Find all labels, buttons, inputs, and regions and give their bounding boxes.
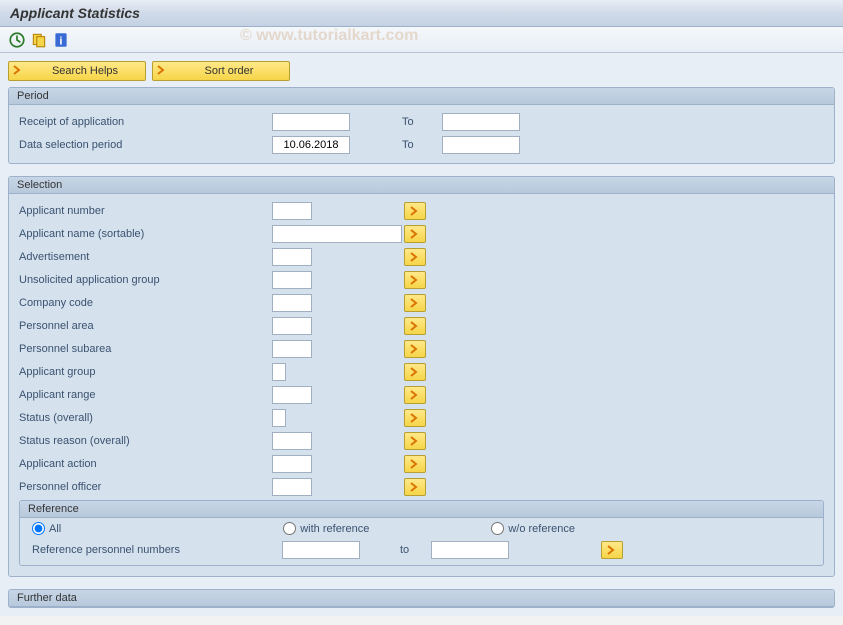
title-bar: Applicant Statistics: [0, 0, 843, 27]
multi-select-button[interactable]: [404, 202, 426, 220]
search-helps-button[interactable]: Search Helps: [8, 61, 146, 81]
selection-row: Personnel area: [17, 315, 826, 337]
selection-group: Selection Applicant number Applicant name…: [8, 176, 835, 577]
selection-row: Personnel officer: [17, 476, 826, 498]
ref-from-input[interactable]: [282, 541, 360, 559]
receipt-label: Receipt of application: [17, 116, 272, 128]
multi-select-button[interactable]: [404, 363, 426, 381]
selection-row: Unsolicited application group: [17, 269, 826, 291]
multi-select-button[interactable]: [404, 455, 426, 473]
selection-label: Personnel area: [17, 320, 272, 332]
ref-opt-with[interactable]: with reference: [283, 522, 369, 535]
ref-opt-all[interactable]: All: [32, 522, 61, 535]
multi-select-button[interactable]: [404, 248, 426, 266]
period-group: Period Receipt of application To Data se…: [8, 87, 835, 164]
selection-row: Personnel subarea: [17, 338, 826, 360]
selection-label: Applicant action: [17, 458, 272, 470]
selection-input[interactable]: [272, 432, 312, 450]
selection-input[interactable]: [272, 294, 312, 312]
receipt-row: Receipt of application To: [17, 111, 826, 133]
selection-row: Applicant name (sortable): [17, 223, 826, 245]
selection-input[interactable]: [272, 340, 312, 358]
selection-label: Advertisement: [17, 251, 272, 263]
selection-row: Status reason (overall): [17, 430, 826, 452]
selection-input[interactable]: [272, 363, 286, 381]
selection-row: Applicant number: [17, 200, 826, 222]
selection-row: Status (overall): [17, 407, 826, 429]
arrow-right-icon: [157, 65, 167, 78]
selection-label: Applicant name (sortable): [17, 228, 272, 240]
content-area: Search Helps Sort order Period Receipt o…: [0, 53, 843, 616]
selection-label: Status reason (overall): [17, 435, 272, 447]
app-toolbar: i © www.tutorialkart.com: [0, 27, 843, 53]
selection-title: Selection: [9, 177, 834, 194]
watermark: © www.tutorialkart.com: [240, 27, 418, 45]
selection-input[interactable]: [272, 409, 286, 427]
multi-select-button[interactable]: [404, 294, 426, 312]
data-sel-label: Data selection period: [17, 139, 272, 151]
receipt-from-input[interactable]: [272, 113, 350, 131]
selection-input[interactable]: [272, 248, 312, 266]
receipt-to-label: To: [402, 116, 442, 128]
selection-input[interactable]: [272, 386, 312, 404]
period-title: Period: [9, 88, 834, 105]
data-sel-from-input[interactable]: [272, 136, 350, 154]
multi-select-button[interactable]: [404, 317, 426, 335]
selection-input[interactable]: [272, 202, 312, 220]
data-sel-to-label: To: [402, 139, 442, 151]
reference-group: Reference All with reference w/o refere: [19, 500, 824, 566]
further-data-group: Further data: [8, 589, 835, 608]
ref-multi-button[interactable]: [601, 541, 623, 559]
reference-radio-row: All with reference w/o reference: [20, 518, 823, 537]
ref-pers-label: Reference personnel numbers: [32, 544, 282, 556]
ref-radio-with[interactable]: [283, 522, 296, 535]
selection-input[interactable]: [272, 225, 402, 243]
ref-personnel-row: Reference personnel numbers to: [20, 537, 823, 565]
selection-row: Advertisement: [17, 246, 826, 268]
selection-row: Applicant group: [17, 361, 826, 383]
ref-to-input[interactable]: [431, 541, 509, 559]
further-data-title: Further data: [9, 590, 834, 607]
selection-input[interactable]: [272, 271, 312, 289]
selection-row: Company code: [17, 292, 826, 314]
multi-select-button[interactable]: [404, 386, 426, 404]
ref-to-label: to: [400, 544, 409, 556]
sort-order-label: Sort order: [173, 65, 285, 77]
selection-label: Status (overall): [17, 412, 272, 424]
sort-order-button[interactable]: Sort order: [152, 61, 290, 81]
multi-select-button[interactable]: [404, 271, 426, 289]
selection-label: Unsolicited application group: [17, 274, 272, 286]
execute-icon[interactable]: [8, 31, 26, 49]
selection-input[interactable]: [272, 478, 312, 496]
multi-select-button[interactable]: [404, 340, 426, 358]
ref-radio-without[interactable]: [491, 522, 504, 535]
selection-input[interactable]: [272, 317, 312, 335]
page-title: Applicant Statistics: [10, 5, 140, 21]
selection-label: Personnel officer: [17, 481, 272, 493]
selection-label: Personnel subarea: [17, 343, 272, 355]
multi-select-button[interactable]: [404, 478, 426, 496]
selection-label: Applicant number: [17, 205, 272, 217]
selection-label: Applicant range: [17, 389, 272, 401]
receipt-to-input[interactable]: [442, 113, 520, 131]
multi-select-button[interactable]: [404, 409, 426, 427]
selection-label: Applicant group: [17, 366, 272, 378]
selection-label: Company code: [17, 297, 272, 309]
data-sel-to-input[interactable]: [442, 136, 520, 154]
variant-icon[interactable]: [30, 31, 48, 49]
info-icon[interactable]: i: [52, 31, 70, 49]
svg-text:i: i: [59, 35, 62, 47]
multi-select-button[interactable]: [404, 432, 426, 450]
arrow-right-icon: [13, 65, 23, 78]
reference-title: Reference: [20, 501, 823, 518]
data-selection-row: Data selection period To: [17, 134, 826, 156]
multi-select-button[interactable]: [404, 225, 426, 243]
selection-row: Applicant action: [17, 453, 826, 475]
ref-opt-without[interactable]: w/o reference: [491, 522, 575, 535]
selection-input[interactable]: [272, 455, 312, 473]
search-helps-label: Search Helps: [29, 65, 141, 77]
ref-radio-all[interactable]: [32, 522, 45, 535]
action-button-row: Search Helps Sort order: [8, 61, 835, 81]
selection-row: Applicant range: [17, 384, 826, 406]
